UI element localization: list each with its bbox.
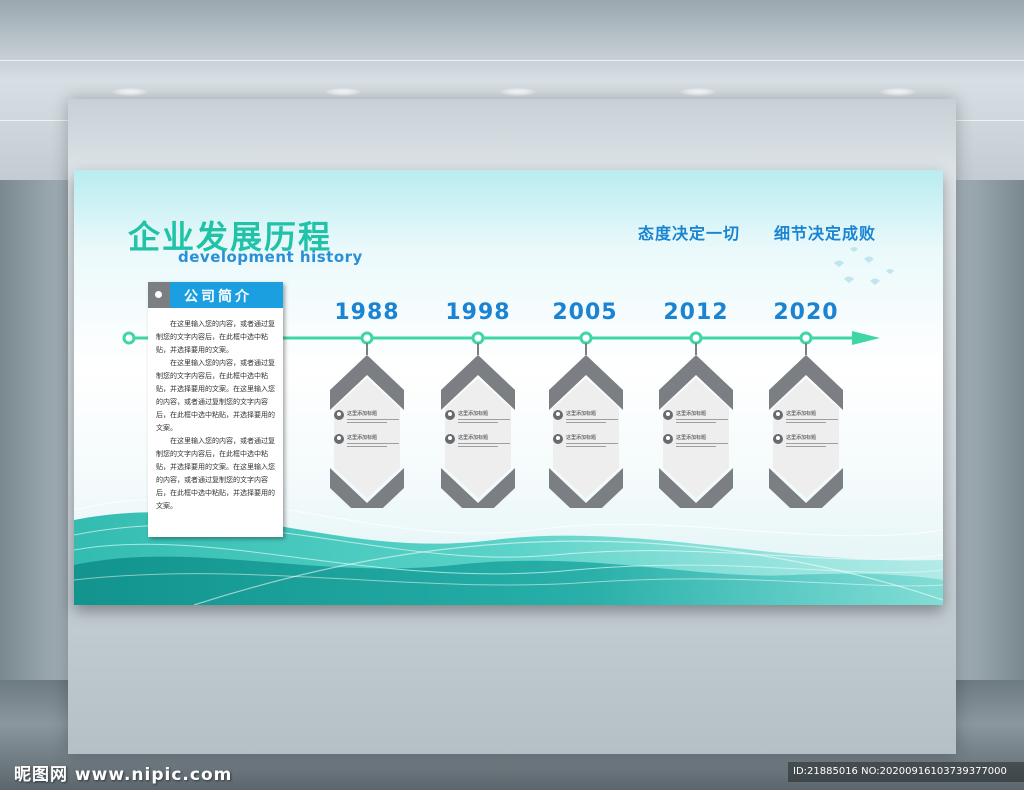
- intro-body: 在这里输入您的内容，或者通过复制您的文字内容后，在此框中选中粘贴，并选择要用的文…: [156, 318, 276, 513]
- text-line: [458, 443, 510, 444]
- arrow-right-icon: [852, 331, 880, 345]
- row-title: 这里添加标题: [566, 411, 597, 417]
- milestone-year: 2012: [663, 300, 729, 325]
- milestone-row: 这里添加标题: [773, 410, 839, 424]
- user-icon: [663, 434, 673, 444]
- wall-left: [0, 180, 68, 680]
- row-title: 这里添加标题: [458, 411, 489, 417]
- milestone-year: 1998: [445, 300, 511, 325]
- milestone-row: 这里添加标题: [334, 410, 400, 424]
- row-title: 这里添加标题: [786, 435, 817, 441]
- user-icon: [773, 434, 783, 444]
- milestone-row: 这里添加标题: [553, 410, 619, 424]
- user-icon: [334, 434, 344, 444]
- ceiling-light-icon: [112, 88, 148, 96]
- milestone-row: 这里添加标题: [773, 434, 839, 448]
- text-line: [566, 443, 618, 444]
- intro-paragraph: 在这里输入您的内容，或者通过复制您的文字内容后，在此框中选中粘贴，并选择要用的文…: [156, 359, 275, 432]
- user-icon: [445, 434, 455, 444]
- text-line: [676, 419, 728, 420]
- id-text: ID:21885016 NO:20200916103739377000: [793, 766, 1007, 777]
- milestone-card: 这里添加标题 这里添加标题: [549, 328, 623, 508]
- text-line: [786, 422, 826, 423]
- text-line: [676, 446, 716, 447]
- ceiling-light-icon: [880, 88, 916, 96]
- milestone-card: 这里添加标题 这里添加标题: [441, 328, 515, 508]
- milestone-row: 这里添加标题: [334, 434, 400, 448]
- text-line: [458, 446, 498, 447]
- user-icon: [773, 410, 783, 420]
- user-icon: [445, 410, 455, 420]
- text-line: [347, 422, 387, 423]
- milestone-row: 这里添加标题: [663, 410, 729, 424]
- ceiling-line: [0, 60, 1024, 61]
- watermark: 昵图网 www.nipic.com: [14, 765, 233, 785]
- milestone-card: 这里添加标题 这里添加标题: [330, 328, 404, 508]
- intro-title: 公司简介: [184, 289, 252, 305]
- text-line: [458, 419, 510, 420]
- milestone-year: 2020: [773, 300, 839, 325]
- intro-tab: [148, 282, 170, 308]
- milestone-card: 这里添加标题 这里添加标题: [659, 328, 733, 508]
- pin-icon: [155, 291, 162, 298]
- text-line: [786, 443, 838, 444]
- ceiling-light-icon: [500, 88, 536, 96]
- text-line: [676, 422, 716, 423]
- text-line: [458, 422, 498, 423]
- ceiling-light-icon: [680, 88, 716, 96]
- row-title: 这里添加标题: [458, 435, 489, 441]
- intro-header: 公司简介: [148, 282, 283, 308]
- text-line: [676, 443, 728, 444]
- row-title: 这里添加标题: [347, 411, 378, 417]
- milestone-row: 这里添加标题: [553, 434, 619, 448]
- company-intro-card: 公司简介 在这里输入您的内容，或者通过复制您的文字内容后，在此框中选中粘贴，并选…: [148, 282, 283, 537]
- history-board: 企业发展历程 development history 态度决定一切 细节决定成败…: [74, 170, 943, 605]
- text-line: [566, 446, 606, 447]
- milestone-card: 这里添加标题 这里添加标题: [769, 328, 843, 508]
- row-title: 这里添加标题: [676, 435, 707, 441]
- text-line: [347, 443, 399, 444]
- ceiling-light-icon: [325, 88, 361, 96]
- text-line: [786, 446, 826, 447]
- user-icon: [663, 410, 673, 420]
- user-icon: [553, 410, 563, 420]
- milestone-row: 这里添加标题: [445, 434, 511, 448]
- id-bar: ID:21885016 NO:20200916103739377000: [788, 762, 1024, 782]
- user-icon: [553, 434, 563, 444]
- row-title: 这里添加标题: [566, 435, 597, 441]
- text-line: [347, 419, 399, 420]
- text-line: [566, 422, 606, 423]
- milestone-year: 2005: [552, 300, 618, 325]
- intro-paragraph: 在这里输入您的内容，或者通过复制您的文字内容后，在此框中选中粘贴，并选择要用的文…: [156, 320, 275, 354]
- wall-right: [956, 180, 1024, 680]
- user-icon: [334, 410, 344, 420]
- row-title: 这里添加标题: [347, 435, 378, 441]
- milestone-row: 这里添加标题: [663, 434, 729, 448]
- text-line: [786, 419, 838, 420]
- row-title: 这里添加标题: [786, 411, 817, 417]
- row-title: 这里添加标题: [676, 411, 707, 417]
- milestone-year: 1988: [334, 300, 400, 325]
- intro-paragraph: 在这里输入您的内容，或者通过复制您的文字内容后，在此框中选中粘贴，并选择要用的文…: [156, 437, 275, 510]
- milestone-row: 这里添加标题: [445, 410, 511, 424]
- text-line: [347, 446, 387, 447]
- text-line: [566, 419, 618, 420]
